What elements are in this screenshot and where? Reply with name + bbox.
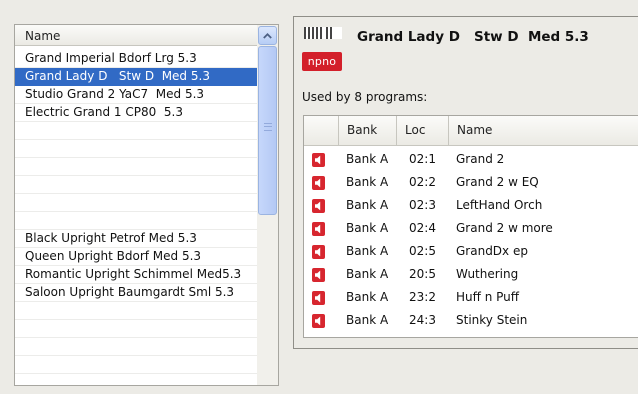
list-item-empty bbox=[15, 212, 257, 230]
cell-loc: 20:5 bbox=[409, 267, 436, 281]
list-item[interactable]: Studio Grand 2 YaC7 Med 5.3 bbox=[15, 86, 257, 104]
speaker-icon bbox=[312, 244, 325, 259]
table-row[interactable]: Bank A 02:2 Grand 2 w EQ bbox=[304, 171, 638, 193]
cell-loc: 24:3 bbox=[409, 313, 436, 327]
selected-sound-title: Grand Lady D Stw D Med 5.3 bbox=[357, 29, 589, 45]
speaker-icon bbox=[312, 290, 325, 305]
cell-name: GrandDx ep bbox=[456, 244, 528, 258]
speaker-icon bbox=[312, 198, 325, 213]
cell-bank: Bank A bbox=[346, 152, 389, 166]
list-item-empty bbox=[15, 158, 257, 176]
column-header-loc[interactable]: Loc bbox=[396, 116, 448, 145]
list-item-empty bbox=[15, 338, 257, 356]
cell-loc: 02:2 bbox=[409, 175, 436, 189]
cell-bank: Bank A bbox=[346, 267, 389, 281]
speaker-icon bbox=[312, 267, 325, 282]
sound-list: Grand Imperial Bdorf Lrg 5.3 Grand Lady D… bbox=[15, 50, 257, 385]
chevron-up-icon bbox=[263, 32, 272, 39]
cell-loc: 02:4 bbox=[409, 221, 436, 235]
table-row[interactable]: Bank A 23:2 Huff n Puff bbox=[304, 286, 638, 308]
list-item-empty bbox=[15, 302, 257, 320]
speaker-icon bbox=[312, 221, 325, 236]
table-row[interactable]: Bank A 02:5 GrandDx ep bbox=[304, 240, 638, 262]
cell-name: LeftHand Orch bbox=[456, 198, 543, 212]
column-header-icon[interactable] bbox=[304, 116, 338, 145]
cell-name: Huff n Puff bbox=[456, 290, 520, 304]
sound-detail-panel: npno Grand Lady D Stw D Med 5.3 Used by … bbox=[293, 16, 638, 349]
list-item-empty bbox=[15, 320, 257, 338]
table-row[interactable]: Bank A 20:5 Wuthering bbox=[304, 263, 638, 285]
list-item-empty bbox=[15, 374, 257, 385]
speaker-icon bbox=[312, 313, 325, 328]
list-item-empty bbox=[15, 140, 257, 158]
cell-loc: 23:2 bbox=[409, 290, 436, 304]
list-item-empty bbox=[15, 356, 257, 374]
cell-bank: Bank A bbox=[346, 175, 389, 189]
list-item[interactable]: Saloon Upright Baumgardt Sml 5.3 bbox=[15, 284, 257, 302]
programs-table-header: Bank Loc Name bbox=[304, 116, 638, 146]
cell-loc: 02:5 bbox=[409, 244, 436, 258]
scroll-grip-icon bbox=[264, 123, 272, 131]
list-item[interactable]: Grand Lady D Stw D Med 5.3 bbox=[15, 68, 257, 86]
speaker-icon bbox=[312, 152, 325, 167]
list-item-empty bbox=[15, 122, 257, 140]
column-header-name: Name bbox=[25, 29, 61, 43]
cell-bank: Bank A bbox=[346, 290, 389, 304]
scroll-thumb[interactable] bbox=[258, 46, 277, 215]
column-header-name[interactable]: Name bbox=[448, 116, 638, 145]
cell-bank: Bank A bbox=[346, 198, 389, 212]
list-item[interactable]: Romantic Upright Schimmel Med5.3 bbox=[15, 266, 257, 284]
list-item[interactable]: Queen Upright Bdorf Med 5.3 bbox=[15, 248, 257, 266]
cell-name: Grand 2 bbox=[456, 152, 505, 166]
cell-loc: 02:3 bbox=[409, 198, 436, 212]
table-row[interactable]: Bank A 02:4 Grand 2 w more bbox=[304, 217, 638, 239]
used-by-label: Used by 8 programs: bbox=[302, 90, 428, 104]
list-item[interactable]: Electric Grand 1 CP80 5.3 bbox=[15, 104, 257, 122]
cell-name: Stinky Stein bbox=[456, 313, 528, 327]
list-item[interactable]: Black Upright Petrof Med 5.3 bbox=[15, 230, 257, 248]
table-row[interactable]: Bank A 24:3 Stinky Stein bbox=[304, 309, 638, 331]
table-row[interactable]: Bank A 02:1 Grand 2 bbox=[304, 148, 638, 170]
cell-name: Grand 2 w more bbox=[456, 221, 553, 235]
list-scrollbar[interactable] bbox=[257, 25, 278, 385]
piano-keys-icon bbox=[304, 27, 342, 39]
programs-table: Bank Loc Name Bank A 02:1 Grand 2 Bank A 02:… bbox=[303, 115, 638, 338]
speaker-icon bbox=[312, 175, 325, 190]
list-item[interactable]: Grand Imperial Bdorf Lrg 5.3 bbox=[15, 50, 257, 68]
table-row[interactable]: Bank A 02:3 LeftHand Orch bbox=[304, 194, 638, 216]
cell-bank: Bank A bbox=[346, 244, 389, 258]
cell-loc: 02:1 bbox=[409, 152, 436, 166]
sound-list-panel: Name Grand Imperial Bdorf Lrg 5.3 Grand L… bbox=[14, 24, 279, 386]
list-item-empty bbox=[15, 194, 257, 212]
scroll-up-button[interactable] bbox=[258, 26, 277, 45]
cell-name: Wuthering bbox=[456, 267, 519, 281]
cell-bank: Bank A bbox=[346, 221, 389, 235]
list-item-empty bbox=[15, 176, 257, 194]
cell-bank: Bank A bbox=[346, 313, 389, 327]
category-badge: npno bbox=[302, 52, 342, 71]
column-header-bank[interactable]: Bank bbox=[338, 116, 396, 145]
cell-name: Grand 2 w EQ bbox=[456, 175, 539, 189]
list-header[interactable]: Name bbox=[15, 25, 257, 46]
